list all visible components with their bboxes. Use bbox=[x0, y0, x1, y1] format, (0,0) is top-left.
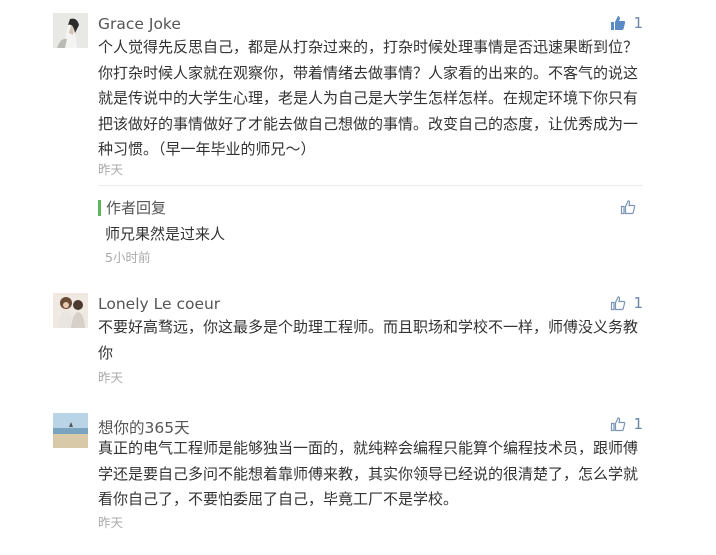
avatar[interactable] bbox=[53, 413, 88, 448]
reply-author-label: 作者回复 bbox=[98, 200, 166, 216]
thumbs-up-icon[interactable] bbox=[620, 199, 636, 215]
like-button[interactable]: 1 bbox=[610, 415, 643, 433]
like-button[interactable]: 1 bbox=[610, 294, 643, 312]
like-button[interactable]: 1 bbox=[610, 14, 643, 32]
comment-text: 个人觉得先反思自己，都是从打杂过来的，打杂时候处理事情是否迅速果断到位？你打杂时… bbox=[98, 38, 639, 158]
username[interactable]: 想你的365天 bbox=[98, 416, 190, 438]
thumbs-up-icon bbox=[611, 16, 626, 30]
reply-time: 5小时前 bbox=[105, 250, 151, 265]
avatar[interactable] bbox=[53, 293, 88, 328]
like-count: 1 bbox=[633, 415, 643, 433]
comment-text: 真正的电气工程师是能够独当一面的，就纯粹会编程只能算个编程技术员，跟师傅学还是要… bbox=[98, 439, 639, 508]
thumbs-up-icon bbox=[611, 296, 626, 311]
comment-time: 昨天 bbox=[98, 370, 124, 385]
comment-time: 昨天 bbox=[98, 515, 124, 530]
like-count: 1 bbox=[633, 294, 643, 312]
reply-text: 师兄果然是过来人 bbox=[105, 225, 226, 243]
thumbs-up-icon bbox=[611, 417, 626, 432]
username[interactable]: Lonely Le coeur bbox=[98, 295, 220, 313]
like-count: 1 bbox=[633, 14, 643, 32]
avatar[interactable] bbox=[53, 13, 88, 48]
divider bbox=[98, 185, 643, 186]
username[interactable]: Grace Joke bbox=[98, 15, 181, 33]
comment-text: 不要好高骛远，你这最多是个助理工程师。而且职场和学校不一样，师傅没义务教你 bbox=[98, 318, 639, 362]
comment-time: 昨天 bbox=[98, 162, 124, 177]
